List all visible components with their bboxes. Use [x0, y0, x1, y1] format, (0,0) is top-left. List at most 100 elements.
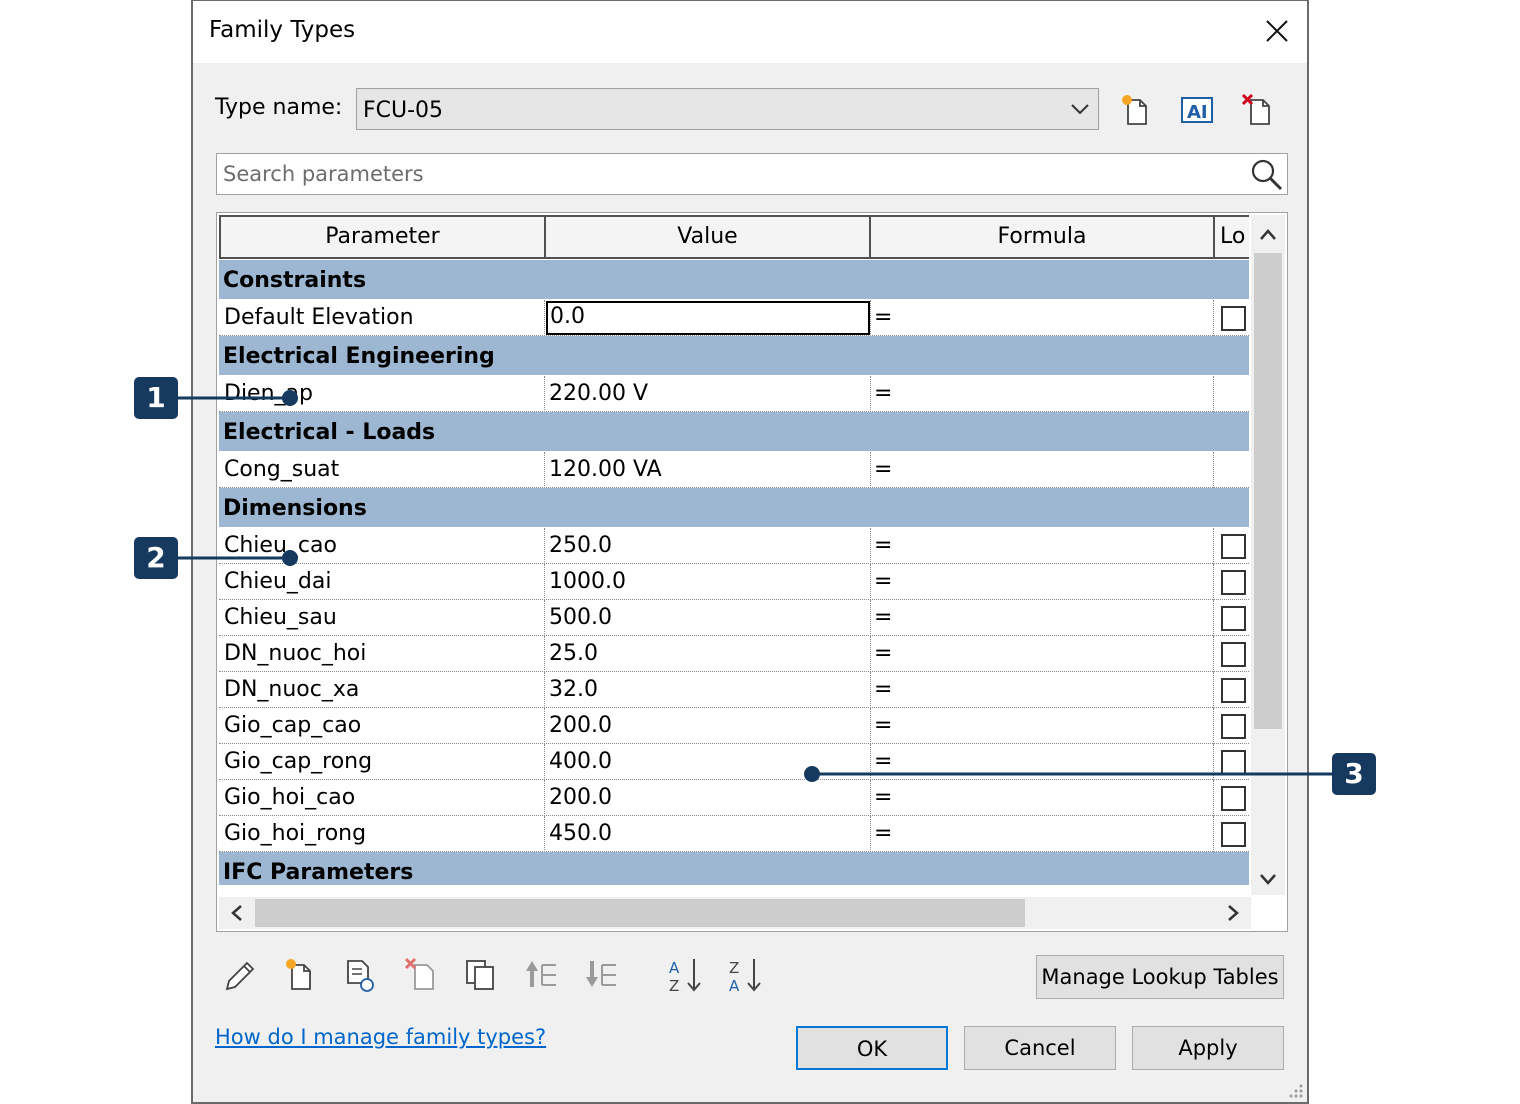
scroll-right-icon[interactable]: [1223, 903, 1243, 923]
table-row[interactable]: Cong_suat 120.00 VA =: [219, 452, 1249, 488]
group-electrical-loads[interactable]: Electrical - Loads: [219, 412, 1249, 452]
vertical-scrollbar[interactable]: [1251, 215, 1285, 895]
group-dimensions[interactable]: Dimensions: [219, 488, 1249, 528]
lock-checkbox[interactable]: [1221, 306, 1246, 331]
column-header-lock[interactable]: Lo: [1213, 215, 1249, 259]
lock-cell: [1213, 528, 1249, 564]
parameter-name: Cong_suat: [224, 457, 340, 482]
horizontal-scrollbar[interactable]: [219, 897, 1251, 929]
table-row[interactable]: Dien_ap 220.00 V =: [219, 376, 1249, 412]
lock-cell: [1213, 780, 1249, 816]
column-header-value[interactable]: Value: [544, 215, 871, 259]
table-row[interactable]: Gio_cap_cao 200.0 =: [219, 708, 1249, 744]
sort-descending-icon[interactable]: Z A: [726, 955, 766, 995]
table-row[interactable]: Gio_hoi_cao 200.0 =: [219, 780, 1249, 816]
cancel-button[interactable]: Cancel: [964, 1026, 1116, 1070]
manage-lookup-tables-button[interactable]: Manage Lookup Tables: [1036, 955, 1284, 999]
rename-type-icon[interactable]: AI: [1179, 92, 1215, 128]
callout-1: 1: [134, 377, 178, 419]
move-up-icon[interactable]: [522, 955, 562, 995]
group-electrical-engineering[interactable]: Electrical Engineering: [219, 336, 1249, 376]
formula-cell[interactable]: =: [870, 672, 1213, 708]
resize-grip-icon[interactable]: [1288, 1083, 1304, 1099]
delete-type-icon[interactable]: [1239, 92, 1275, 128]
formula-cell[interactable]: =: [870, 564, 1213, 600]
parameter-name: Gio_hoi_rong: [224, 821, 367, 846]
table-row[interactable]: Chieu_dai 1000.0 =: [219, 564, 1249, 600]
formula-cell[interactable]: =: [870, 636, 1213, 672]
sort-ascending-icon[interactable]: A Z: [666, 955, 706, 995]
ok-button[interactable]: OK: [796, 1026, 948, 1070]
edit-parameter-icon[interactable]: [219, 955, 259, 995]
grid-header: Parameter Value Formula Lo: [219, 215, 1249, 259]
scroll-left-icon[interactable]: [227, 903, 247, 923]
parameter-name: Gio_hoi_cao: [224, 785, 356, 810]
formula-cell[interactable]: =: [870, 780, 1213, 816]
vertical-scroll-thumb[interactable]: [1254, 253, 1282, 729]
callout-2: 2: [134, 537, 178, 579]
value-cell[interactable]: 250.0: [544, 528, 870, 564]
new-shared-parameter-icon[interactable]: [340, 955, 380, 995]
delete-parameter-icon[interactable]: [401, 955, 441, 995]
lock-cell: [1213, 452, 1249, 488]
horizontal-scroll-thumb[interactable]: [255, 899, 1025, 927]
value-cell[interactable]: 25.0: [544, 636, 870, 672]
lock-checkbox[interactable]: [1221, 534, 1246, 559]
value-cell[interactable]: 220.00 V: [544, 376, 870, 412]
value-cell[interactable]: 0.0: [544, 300, 870, 336]
help-link[interactable]: How do I manage family types?: [215, 1025, 546, 1049]
table-row[interactable]: DN_nuoc_xa 32.0 =: [219, 672, 1249, 708]
table-row[interactable]: Chieu_sau 500.0 =: [219, 600, 1249, 636]
formula-cell[interactable]: =: [870, 376, 1213, 412]
search-icon[interactable]: [1249, 157, 1285, 193]
lock-checkbox[interactable]: [1221, 714, 1246, 739]
copy-parameter-icon[interactable]: [461, 955, 501, 995]
formula-cell[interactable]: =: [870, 452, 1213, 488]
group-constraints[interactable]: Constraints: [219, 260, 1249, 300]
lock-checkbox[interactable]: [1221, 750, 1246, 775]
scroll-up-icon[interactable]: [1258, 225, 1278, 245]
type-name-label: Type name:: [215, 95, 343, 120]
new-parameter-icon[interactable]: [280, 955, 320, 995]
formula-cell[interactable]: =: [870, 816, 1213, 852]
lock-cell: [1213, 816, 1249, 852]
lock-checkbox[interactable]: [1221, 606, 1246, 631]
lock-checkbox[interactable]: [1221, 570, 1246, 595]
value-cell[interactable]: 1000.0: [544, 564, 870, 600]
apply-button[interactable]: Apply: [1132, 1026, 1284, 1070]
formula-cell[interactable]: =: [870, 600, 1213, 636]
column-header-parameter[interactable]: Parameter: [219, 215, 546, 259]
close-icon[interactable]: [1259, 13, 1295, 49]
lock-checkbox[interactable]: [1221, 642, 1246, 667]
column-header-formula[interactable]: Formula: [869, 215, 1215, 259]
group-ifc-parameters[interactable]: IFC Parameters: [219, 852, 1249, 886]
move-down-icon[interactable]: [582, 955, 622, 995]
value-cell[interactable]: 500.0: [544, 600, 870, 636]
table-row[interactable]: Gio_cap_rong 400.0 =: [219, 744, 1249, 780]
value-cell[interactable]: 200.0: [544, 780, 870, 816]
type-name-dropdown[interactable]: FCU-05: [356, 88, 1099, 130]
search-input[interactable]: [221, 157, 1241, 191]
value-cell[interactable]: 200.0: [544, 708, 870, 744]
family-types-dialog: Family Types Type name: FCU-05 AI Search…: [191, 0, 1309, 1104]
value-edit-field[interactable]: 0.0: [546, 301, 870, 335]
new-type-icon[interactable]: [1118, 92, 1154, 128]
lock-checkbox[interactable]: [1221, 786, 1246, 811]
formula-cell[interactable]: =: [870, 528, 1213, 564]
table-row[interactable]: Chieu_cao 250.0 =: [219, 528, 1249, 564]
value-cell[interactable]: 120.00 VA: [544, 452, 870, 488]
scroll-down-icon[interactable]: [1258, 869, 1278, 889]
value-cell[interactable]: 450.0: [544, 816, 870, 852]
table-row[interactable]: Default Elevation 0.0 =: [219, 300, 1249, 336]
table-row[interactable]: Gio_hoi_rong 450.0 =: [219, 816, 1249, 852]
search-parameters-box: [216, 153, 1288, 195]
formula-cell[interactable]: =: [870, 708, 1213, 744]
formula-cell[interactable]: =: [870, 300, 1213, 336]
table-row[interactable]: DN_nuoc_hoi 25.0 =: [219, 636, 1249, 672]
value-cell[interactable]: 32.0: [544, 672, 870, 708]
formula-cell[interactable]: =: [870, 744, 1213, 780]
lock-checkbox[interactable]: [1221, 822, 1246, 847]
lock-checkbox[interactable]: [1221, 678, 1246, 703]
value-cell[interactable]: 400.0: [544, 744, 870, 780]
svg-text:A: A: [729, 977, 740, 995]
